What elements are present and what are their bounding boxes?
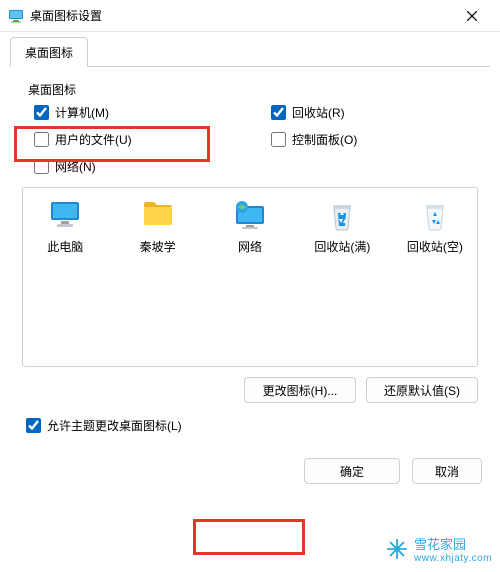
watermark-url: www.xhjaty.com: [414, 553, 492, 564]
checkbox-computer-input[interactable]: [34, 105, 49, 120]
icon-item-label: 网络: [238, 238, 262, 255]
icon-item-label: 秦坡学: [140, 238, 176, 255]
window-title: 桌面图标设置: [30, 7, 452, 24]
content-area: 桌面图标 计算机(M) 回收站(R) 用户的文件(U) 控制面板(O) 网络(N…: [0, 67, 500, 444]
footer-buttons: 确定 取消: [0, 444, 500, 484]
restore-defaults-button[interactable]: 还原默认值(S): [366, 377, 478, 403]
icon-item-bin-full[interactable]: 回收站(满): [308, 198, 376, 255]
app-icon: [8, 8, 24, 24]
watermark-text: 雪花家园: [414, 537, 466, 552]
icon-item-network[interactable]: 网络: [216, 198, 284, 255]
monitor-icon: [48, 198, 82, 232]
close-button[interactable]: [452, 0, 492, 32]
icon-item-label: 回收站(空): [407, 238, 463, 255]
network-icon: [233, 198, 267, 232]
icon-preview-panel: 此电脑 秦坡学 网络: [22, 187, 478, 367]
icon-item-userfolder[interactable]: 秦坡学: [123, 198, 191, 255]
recycle-empty-icon: [418, 198, 452, 232]
folder-icon: [141, 198, 175, 232]
checkbox-cpanel-input[interactable]: [271, 132, 286, 147]
recycle-full-icon: [325, 198, 359, 232]
checkbox-cpanel-label: 控制面板(O): [292, 131, 357, 148]
icon-item-bin-empty[interactable]: 回收站(空): [401, 198, 469, 255]
ok-button[interactable]: 确定: [304, 458, 400, 484]
watermark: 雪花家园 www.xhjaty.com: [384, 532, 494, 566]
icon-item-label: 此电脑: [47, 238, 83, 255]
close-icon: [467, 11, 477, 21]
cancel-button[interactable]: 取消: [412, 458, 482, 484]
snowflake-icon: [386, 538, 408, 560]
tab-strip: 桌面图标: [0, 32, 500, 66]
title-bar: 桌面图标设置: [0, 0, 500, 32]
change-icon-button[interactable]: 更改图标(H)...: [244, 377, 356, 403]
checkbox-recycle-label: 回收站(R): [292, 104, 345, 121]
allow-theme-checkbox[interactable]: 允许主题更改桌面图标(L): [26, 417, 478, 434]
checkbox-recycle[interactable]: 回收站(R): [271, 104, 478, 121]
checkbox-cpanel[interactable]: 控制面板(O): [271, 131, 478, 148]
allow-theme-label: 允许主题更改桌面图标(L): [47, 417, 182, 434]
checkbox-computer[interactable]: 计算机(M): [34, 104, 241, 121]
icon-item-label: 回收站(满): [314, 238, 370, 255]
allow-theme-input[interactable]: [26, 418, 41, 433]
checkbox-computer-label: 计算机(M): [55, 104, 109, 121]
group-label: 桌面图标: [28, 81, 478, 98]
annotation-highlight-ok: [193, 519, 305, 555]
checkbox-recycle-input[interactable]: [271, 105, 286, 120]
icon-buttons-row: 更改图标(H)... 还原默认值(S): [22, 377, 478, 403]
tab-desktop-icons[interactable]: 桌面图标: [10, 37, 88, 67]
icon-item-this-pc[interactable]: 此电脑: [31, 198, 99, 255]
annotation-highlight-computer: [14, 126, 210, 162]
